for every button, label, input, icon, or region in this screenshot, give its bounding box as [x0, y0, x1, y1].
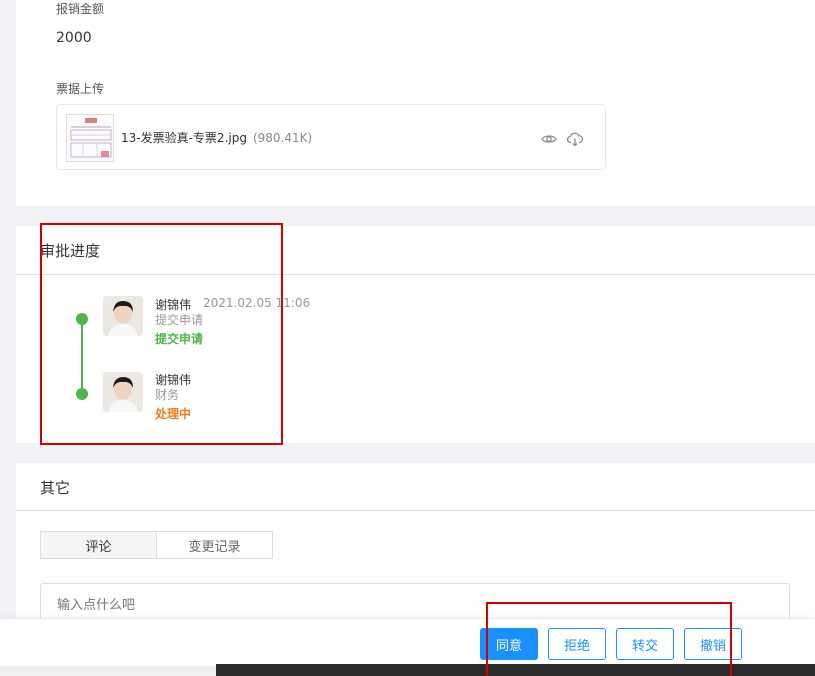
eye-icon[interactable] — [540, 130, 558, 148]
timeline-connector — [81, 320, 83, 394]
timeline-dot — [76, 388, 88, 400]
step-status-submitted: 提交申请 — [155, 332, 204, 346]
attachment-item[interactable]: 13-发票验真-专票2.jpg (980.41K) — [56, 104, 606, 170]
action-bar: 同意 拒绝 转交 撤销 — [0, 618, 815, 666]
file-name-text[interactable]: 13-发票验真-专票2.jpg — [121, 131, 247, 145]
avatar — [103, 296, 143, 336]
other-tabs: 评论 变更记录 — [40, 531, 273, 559]
amount-value: 2000 — [56, 30, 92, 46]
avatar — [103, 372, 143, 412]
expense-details-card: 报销金额 2000 票据上传 13-发票验真-专票2.jpg (980.41K) — [16, 0, 815, 206]
step-status-processing: 处理中 — [155, 407, 192, 421]
section-divider — [16, 510, 815, 511]
section-divider — [16, 274, 815, 275]
invoice-thumbnail[interactable] — [66, 114, 114, 162]
revoke-button[interactable]: 撤销 — [684, 628, 742, 660]
reject-button[interactable]: 拒绝 — [548, 628, 606, 660]
invoice-label: 票据上传 — [56, 82, 105, 96]
amount-label: 报销金额 — [56, 2, 105, 16]
other-section-title: 其它 — [40, 479, 71, 497]
attachment-file-name[interactable]: 13-发票验真-专票2.jpg (980.41K) — [121, 129, 312, 146]
approval-section-title: 审批进度 — [40, 242, 101, 260]
bottom-edge — [0, 666, 216, 676]
underlying-window-edge — [216, 664, 815, 676]
step-action: 财务 — [155, 388, 180, 402]
step-timestamp: 2021.02.05 11:06 — [203, 296, 311, 310]
step-action: 提交申请 — [155, 313, 204, 327]
tab-change-log[interactable]: 变更记录 — [157, 532, 272, 558]
file-size: (980.41K) — [252, 131, 313, 145]
agree-button[interactable]: 同意 — [480, 628, 538, 660]
transfer-button[interactable]: 转交 — [616, 628, 674, 660]
timeline-dot — [76, 313, 88, 325]
approval-progress-card: 审批进度 谢锦伟 2021.02.05 11:06 提交申请 提交申请 谢锦伟 … — [16, 226, 815, 443]
tab-comments[interactable]: 评论 — [41, 532, 157, 558]
cloud-download-icon[interactable] — [566, 130, 584, 148]
